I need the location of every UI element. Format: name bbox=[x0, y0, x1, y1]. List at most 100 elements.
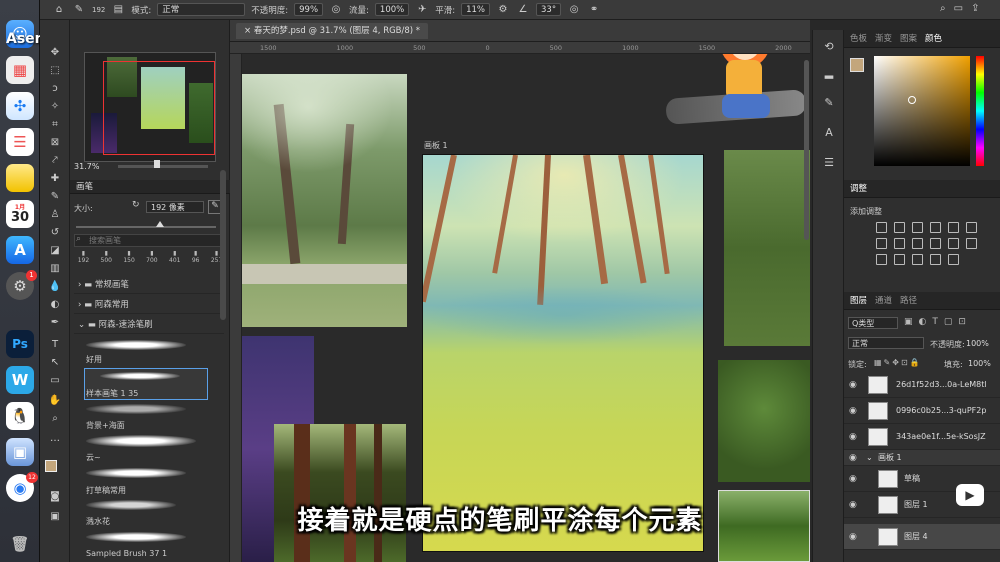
brush-item-label[interactable]: 样本画笔 1 35 bbox=[86, 388, 206, 399]
type-tool-icon[interactable]: T bbox=[48, 338, 62, 352]
brush-item-label[interactable]: 好用 bbox=[86, 354, 206, 365]
reference-photo-meadow[interactable] bbox=[724, 150, 810, 346]
reset-size-icon[interactable]: ↻ bbox=[132, 200, 140, 210]
eye-icon[interactable]: ◉ bbox=[849, 450, 857, 466]
quick-select-tool-icon[interactable]: ✧ bbox=[48, 100, 62, 114]
pen-tool-icon[interactable]: ✒ bbox=[48, 316, 62, 330]
layer-opacity-value[interactable]: 100% bbox=[966, 339, 989, 348]
dodge-tool-icon[interactable]: ◐ bbox=[48, 298, 62, 312]
screen-mode-icon[interactable]: ▣ bbox=[48, 510, 62, 524]
flow-input[interactable]: 100% bbox=[374, 3, 410, 16]
tab-channels[interactable]: 通道 bbox=[875, 292, 892, 309]
frame-tool-icon[interactable]: ⊠ bbox=[48, 136, 62, 150]
blur-tool-icon[interactable]: 💧 bbox=[48, 280, 62, 294]
preset-brush[interactable]: ▮ 401 bbox=[169, 250, 180, 274]
wps-icon[interactable]: W bbox=[6, 366, 34, 394]
size-slider-handle[interactable] bbox=[156, 221, 164, 227]
properties-icon[interactable]: ☰ bbox=[822, 156, 836, 170]
hand-tool-icon[interactable]: ✋ bbox=[48, 394, 62, 408]
safari-icon[interactable]: ✣ bbox=[6, 92, 34, 120]
tab-gradients[interactable]: 渐变 bbox=[875, 30, 892, 47]
brush-size-preview[interactable]: 192 bbox=[92, 6, 105, 14]
home-icon[interactable]: ⌂ bbox=[52, 3, 66, 17]
posterize-icon[interactable] bbox=[894, 254, 905, 265]
exposure-icon[interactable] bbox=[930, 222, 941, 233]
navigator-thumbnail[interactable] bbox=[84, 52, 216, 162]
brush-tool-icon[interactable]: ✎ bbox=[72, 3, 86, 17]
photo-filter-icon[interactable] bbox=[930, 238, 941, 249]
tab-color[interactable]: 颜色 bbox=[925, 30, 942, 47]
zoom-slider-handle[interactable] bbox=[154, 160, 160, 168]
smooth-settings-gear-icon[interactable]: ⚙ bbox=[496, 3, 510, 17]
threshold-icon[interactable] bbox=[912, 254, 923, 265]
brush-folder[interactable]: › ▬ 阿森常用 bbox=[74, 296, 224, 314]
eye-icon[interactable]: ◉ bbox=[849, 492, 857, 518]
tab-patterns[interactable]: 图案 bbox=[900, 30, 917, 47]
lookup-icon[interactable] bbox=[966, 238, 977, 249]
color-field[interactable] bbox=[874, 56, 970, 166]
notes-icon[interactable] bbox=[6, 164, 34, 192]
angle-input[interactable]: 33° bbox=[536, 3, 562, 16]
opacity-input[interactable]: 99% bbox=[294, 3, 324, 16]
curves-icon[interactable] bbox=[912, 222, 923, 233]
eye-icon[interactable]: ◉ bbox=[849, 424, 857, 450]
brush-list-scrollbar[interactable] bbox=[220, 170, 226, 320]
marquee-tool-icon[interactable]: ⬚ bbox=[48, 64, 62, 78]
pressure-opacity-icon[interactable]: ◎ bbox=[329, 3, 343, 17]
character-icon[interactable]: A bbox=[822, 126, 836, 140]
size-slider[interactable] bbox=[76, 226, 216, 228]
shape-filter-icon[interactable]: ▢ bbox=[944, 317, 953, 327]
lasso-tool-icon[interactable]: ↄ bbox=[48, 82, 62, 96]
reminders-icon[interactable]: ☰ bbox=[6, 128, 34, 156]
histogram-icon[interactable]: ▂ bbox=[822, 66, 836, 80]
photoshop-icon[interactable]: Ps bbox=[6, 330, 34, 358]
channel-mixer-icon[interactable] bbox=[948, 238, 959, 249]
triangle-icon[interactable] bbox=[966, 222, 977, 233]
history-icon[interactable]: ⟲ bbox=[822, 40, 836, 54]
hue-sat-icon[interactable] bbox=[876, 238, 887, 249]
nav-view-rect[interactable] bbox=[103, 61, 215, 155]
mode-dropdown[interactable]: 正常 bbox=[157, 3, 246, 16]
calendar-icon[interactable]: 1月 30 bbox=[6, 200, 34, 228]
eye-icon[interactable]: ◉ bbox=[849, 466, 857, 492]
brush-size-input[interactable]: 192 像素 bbox=[146, 201, 204, 213]
navigator-zoom[interactable]: 31.7% bbox=[74, 162, 99, 171]
artboard-label[interactable]: 画板 1 bbox=[424, 140, 448, 151]
preset-brush[interactable]: ▮ 192 bbox=[78, 250, 89, 274]
color-balance-icon[interactable] bbox=[894, 238, 905, 249]
brush-item-label[interactable]: 云~ bbox=[86, 452, 206, 463]
brush-item-label[interactable]: 打草稿常用 bbox=[86, 485, 206, 496]
airbrush-icon[interactable]: ✈ bbox=[415, 3, 429, 17]
eye-icon[interactable]: ◉ bbox=[849, 372, 857, 398]
more-tools-icon[interactable]: … bbox=[48, 432, 62, 446]
brush-item-label[interactable]: 背景+海面 bbox=[86, 420, 206, 431]
layer-row[interactable]: ◉ 26d1f52d3...0a-LeM8tl bbox=[844, 372, 1000, 398]
layer-row-selected[interactable]: ◉ 图层 4 bbox=[844, 524, 1000, 550]
reference-photo-park[interactable] bbox=[242, 74, 407, 327]
smart-filter-icon[interactable]: ⊡ bbox=[958, 317, 966, 327]
brush-panel-toggle-icon[interactable]: ▤ bbox=[111, 3, 125, 17]
app-store-icon[interactable]: A bbox=[6, 236, 34, 264]
image-filter-icon[interactable]: ▣ bbox=[904, 317, 913, 327]
artboard-group-row[interactable]: ◉ ⌄ 画板 1 bbox=[844, 450, 1000, 466]
canvas-area[interactable]: 画板 1 bbox=[242, 54, 810, 562]
zoom-tool-icon[interactable]: ⌕ bbox=[48, 412, 62, 426]
eye-icon[interactable]: ◉ bbox=[849, 398, 857, 424]
brush-item-label[interactable]: Sampled Brush 37 1 bbox=[86, 549, 206, 558]
preview-icon[interactable]: ▣ bbox=[6, 438, 34, 466]
stamp-tool-icon[interactable]: ♙ bbox=[48, 208, 62, 222]
qq-icon[interactable]: 🐧 bbox=[6, 402, 34, 430]
fill-value[interactable]: 100% bbox=[968, 359, 991, 368]
crop-tool-icon[interactable]: ⌗ bbox=[48, 118, 62, 132]
smooth-input[interactable]: 11% bbox=[461, 3, 490, 16]
selective-color-icon[interactable] bbox=[948, 254, 959, 265]
levels-icon[interactable] bbox=[894, 222, 905, 233]
bw-icon[interactable] bbox=[912, 238, 923, 249]
brush-folder-open[interactable]: ⌄ ▬ 阿森-速涂笔刷 bbox=[74, 316, 224, 334]
lock-icons[interactable]: ▦✎✥⊡🔒 bbox=[874, 358, 922, 367]
artboard-canvas[interactable] bbox=[422, 154, 704, 552]
brightness-icon[interactable] bbox=[876, 222, 887, 233]
pressure-size-icon[interactable]: ◎ bbox=[567, 3, 581, 17]
hue-slider[interactable] bbox=[976, 56, 984, 166]
layer-filter-dropdown[interactable]: Q类型 bbox=[848, 317, 898, 329]
